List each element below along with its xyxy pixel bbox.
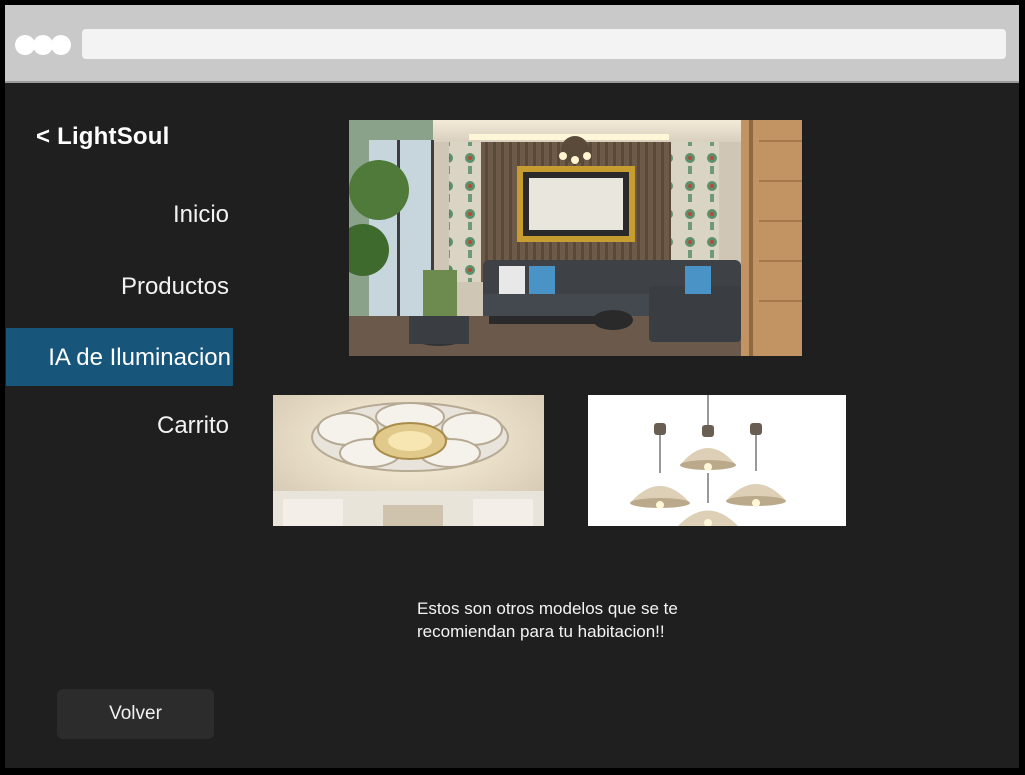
living-room-image [349,120,802,356]
nav-item-ia-iluminacion[interactable]: IA de Iluminacion [6,328,233,386]
browser-chrome [5,5,1019,83]
pendant-lamps-illustration [630,395,786,526]
address-bar[interactable] [82,29,1006,59]
nav-item-label: IA de Iluminacion [48,344,231,371]
window-controls [15,35,71,55]
window-dot-icon[interactable] [33,35,53,55]
volver-button[interactable]: Volver [57,689,214,739]
ceiling-light-illustration [273,395,544,526]
nav-item-inicio[interactable]: Inicio [173,201,229,229]
living-room-illustration [349,120,802,356]
recommendation-text: Estos son otros modelos que se te recomi… [417,599,678,641]
pendant-lamps-image [588,395,846,526]
window-dot-icon[interactable] [51,35,71,55]
flower-ceiling-light-image [273,395,544,526]
back-to-brand-link[interactable]: < LightSoul [36,123,170,151]
nav-item-productos[interactable]: Productos [121,273,229,301]
app-window: < LightSoul Inicio Productos IA de Ilumi… [3,3,1021,770]
nav-item-carrito[interactable]: Carrito [157,412,229,440]
window-dot-icon[interactable] [15,35,35,55]
